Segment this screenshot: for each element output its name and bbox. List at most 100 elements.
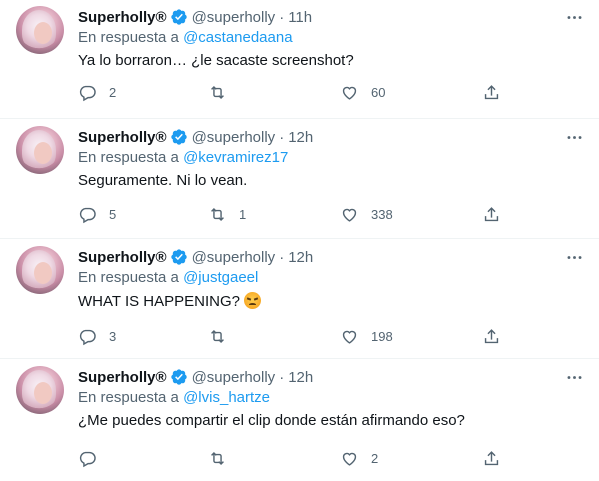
reply-button[interactable]: 5 [78,204,116,224]
share-button[interactable] [482,204,501,224]
timestamp[interactable]: 11h [288,9,312,26]
tweet-header: Superholly® @superholly · 11h [78,6,312,28]
tweet-text-content: Ya lo borraron… ¿le sacaste screenshot? [78,52,354,69]
avatar[interactable] [16,366,64,414]
retweet-button[interactable] [208,82,239,102]
reply-context: En respuesta a @lvis_hartze [78,389,270,406]
author-name[interactable]: Superholly® [78,369,167,386]
avatar[interactable] [16,6,64,54]
tweet-actions: 2 60 [78,82,508,102]
reply-prefix: En respuesta a [78,29,179,46]
retweet-icon [211,85,224,99]
author-handle[interactable]: @superholly [192,249,276,266]
timestamp[interactable]: 12h [288,129,313,146]
retweet-icon [211,207,224,221]
reply-count: 2 [109,84,117,100]
reply-context: En respuesta a @kevramirez17 [78,149,288,166]
more-icon[interactable] [563,366,585,388]
share-icon [484,450,499,465]
verified-badge-icon [170,369,187,385]
reply-mention-link[interactable]: @justgaeel [183,269,258,286]
like-icon [342,208,357,222]
avatar[interactable] [16,246,64,294]
tweet-header: Superholly® @superholly · 12h [78,366,313,388]
retweet-icon [211,329,224,343]
reply-count: 3 [109,328,117,344]
separator-dot: · [279,248,285,266]
like-button[interactable]: 2 [340,448,378,468]
like-count: 2 [371,450,379,466]
tweet-text: Seguramente. Ni lo vean. [78,172,247,189]
separator-dot: · [279,128,285,146]
verified-badge-icon [170,129,187,145]
share-icon [484,84,499,99]
reply-icon [79,451,96,467]
more-icon[interactable] [563,126,585,148]
share-button[interactable] [482,326,501,346]
tweet-text-content: WHAT IS HAPPENING? [78,293,240,310]
share-button[interactable] [482,448,501,468]
reply-button[interactable] [78,448,109,468]
tweet-actions: 3 198 [78,326,508,346]
reply-button[interactable]: 3 [78,326,116,346]
retweet-icon [211,451,224,465]
tweet[interactable]: Superholly® @superholly · 11h En respues… [0,0,599,119]
separator-dot: · [279,368,285,386]
author-handle[interactable]: @superholly [192,9,276,26]
reply-mention-link[interactable]: @castanedaana [183,29,292,46]
tweet-text-content: ¿Me puedes compartir el clip donde están… [78,412,465,429]
tweet-text: ¿Me puedes compartir el clip donde están… [78,412,465,429]
tweet-actions: 2 [78,448,508,468]
like-count: 60 [371,84,386,100]
like-icon [342,452,357,466]
like-button[interactable]: 198 [340,326,393,346]
author-handle[interactable]: @superholly [192,129,276,146]
like-icon [342,330,357,344]
reply-prefix: En respuesta a [78,149,179,166]
retweet-button[interactable]: 1 [208,204,246,224]
reply-prefix: En respuesta a [78,269,179,286]
avatar[interactable] [16,126,64,174]
reply-button[interactable]: 2 [78,82,116,102]
like-button[interactable]: 338 [340,204,393,224]
author-name[interactable]: Superholly® [78,129,167,146]
tweet-text: Ya lo borraron… ¿le sacaste screenshot? [78,52,354,69]
reply-count: 5 [109,206,117,222]
tweet-text: WHAT IS HAPPENING? [78,292,261,310]
more-icon[interactable] [563,6,585,28]
tweet[interactable]: Superholly® @superholly · 12h En respues… [0,240,599,359]
share-icon [484,328,499,343]
tweet-feed: Superholly® @superholly · 11h En respues… [0,0,599,481]
author-handle[interactable]: @superholly [192,369,276,386]
separator-dot: · [279,8,285,26]
angry-face-emoji [243,292,261,309]
verified-badge-icon [170,249,187,265]
tweet[interactable]: Superholly® @superholly · 12h En respues… [0,120,599,239]
timestamp[interactable]: 12h [288,249,313,266]
retweet-button[interactable] [208,448,239,468]
like-count: 198 [371,328,393,344]
reply-icon [79,85,96,101]
retweet-button[interactable] [208,326,239,346]
more-icon[interactable] [563,246,585,268]
tweet[interactable]: Superholly® @superholly · 12h En respues… [0,360,599,481]
reply-context: En respuesta a @castanedaana [78,29,293,46]
reply-prefix: En respuesta a [78,389,179,406]
like-icon [342,86,357,100]
share-button[interactable] [482,82,501,102]
author-name[interactable]: Superholly® [78,249,167,266]
retweet-count: 1 [239,206,247,222]
reply-mention-link[interactable]: @kevramirez17 [183,149,288,166]
like-button[interactable]: 60 [340,82,385,102]
reply-mention-link[interactable]: @lvis_hartze [183,389,270,406]
reply-context: En respuesta a @justgaeel [78,269,258,286]
share-icon [484,206,499,221]
like-count: 338 [371,206,393,222]
tweet-actions: 5 1 338 [78,204,508,224]
timestamp[interactable]: 12h [288,369,313,386]
reply-icon [79,329,96,345]
reply-icon [79,207,96,223]
tweet-text-content: Seguramente. Ni lo vean. [78,172,248,189]
author-name[interactable]: Superholly® [78,9,167,26]
verified-badge-icon [170,9,187,25]
